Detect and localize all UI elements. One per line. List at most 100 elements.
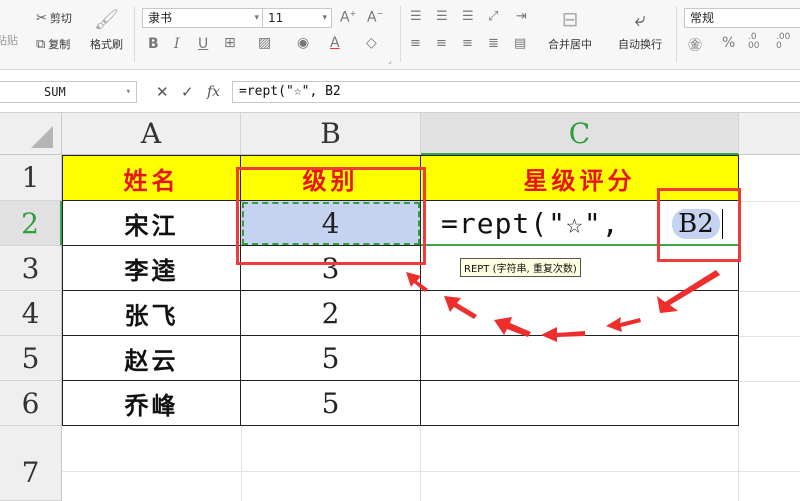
name-text: 乔峰 [124,390,179,420]
row-header-7[interactable]: 7 [0,426,62,501]
merge-center-button[interactable]: ⊟ 合并居中 [548,8,592,52]
highlight-icon[interactable]: ◉ [297,35,309,51]
fx-label: fx [207,84,221,100]
gridline [739,201,800,202]
cut-button[interactable]: ✂ 剪切 [36,10,72,26]
border-icon[interactable]: ⊞ [224,35,236,51]
decrease-decimal-icon[interactable]: .00 0 [776,33,790,51]
cell-a5[interactable]: 赵云 [62,336,241,381]
row-label: 1 [21,161,40,194]
row-label: 6 [21,386,40,420]
cell-b1[interactable]: 级别 [241,155,421,201]
cell-c4[interactable] [421,291,739,336]
number-format-value: 常规 [690,11,715,25]
spreadsheet-grid: A B C 1 2 3 4 5 6 7 姓名 级别 星级评分 宋江 4 李逵 3… [0,113,800,501]
font-color-icon[interactable]: A [330,35,340,51]
function-tooltip: REPT (字符串, 重复次数) [460,258,581,277]
name-text: 李逵 [124,255,179,285]
font-size-select[interactable]: 11 ▾ [262,8,332,28]
row-header-2[interactable]: 2 [0,201,62,246]
cell-b2[interactable]: 4 [241,201,421,246]
cell-a4[interactable]: 张飞 [62,291,241,336]
select-all-corner[interactable] [0,113,62,155]
gridline [739,291,800,292]
wrap-text-label: 自动换行 [618,38,662,51]
gridline [738,426,739,501]
font-name-select[interactable]: 隶书 ▾ [142,8,264,28]
align-bottom-icon[interactable]: ☰ [462,9,474,24]
cell-c5[interactable] [421,336,739,381]
eraser-icon[interactable]: ◇ [366,35,377,51]
font-dialog-launcher-icon[interactable]: ⌟ [388,56,392,65]
chevron-down-icon: ▾ [125,87,131,97]
distributed-icon[interactable]: ▤ [514,36,526,51]
cell-reference-chip: B2 [672,209,720,239]
number-format-select[interactable]: 常规 [684,8,800,28]
level-text: 4 [321,206,340,240]
column-header-d[interactable] [739,113,800,155]
fill-color-icon[interactable]: ▨ [258,35,271,51]
bold-icon[interactable]: B [148,36,159,52]
justify-icon[interactable]: ≣ [488,36,499,51]
increase-decimal-icon[interactable]: .0 00 [748,33,759,51]
wrap-text-icon: ⤶ [634,7,646,31]
confirm-icon[interactable]: ✓ [181,81,194,103]
cell-c6[interactable] [421,381,739,426]
formula-input[interactable]: =rept("☆", B2 [232,81,800,103]
wrap-text-button[interactable]: ⤶ 自动换行 [618,8,662,52]
align-right-icon[interactable]: ≡ [462,36,473,51]
align-top-icon[interactable]: ☰ [410,9,422,24]
orientation-icon[interactable]: ⤢ [488,9,498,24]
currency-icon[interactable]: ㊎ [688,35,702,55]
cell-a2[interactable]: 宋江 [62,201,241,246]
header-name-text: 姓名 [123,166,180,195]
gridline [62,471,800,472]
decrease-font-icon[interactable]: A− [367,9,383,26]
cancel-icon[interactable]: ✕ [156,81,169,103]
italic-icon[interactable]: I [174,36,180,52]
row-header-4[interactable]: 4 [0,291,62,336]
format-painter-label: 格式刷 [90,38,123,51]
column-header-c[interactable]: C [421,113,739,155]
row-header-5[interactable]: 5 [0,336,62,381]
row-header-3[interactable]: 3 [0,246,62,291]
copy-button[interactable]: ⧉ 复制 [36,36,70,52]
name-box-value: SUM [44,85,66,99]
scissors-icon: ✂ [36,10,47,26]
increase-font-icon[interactable]: A+ [340,9,356,26]
column-header-b[interactable]: B [241,113,421,155]
ribbon-separator [676,6,677,62]
name-text: 赵云 [124,345,179,375]
cell-b3[interactable]: 3 [241,246,421,291]
paste-button[interactable]: 粘贴 [0,32,18,48]
name-box[interactable]: SUM ▾ [0,81,137,103]
row-header-6[interactable]: 6 [0,381,62,426]
align-middle-icon[interactable]: ☰ [436,9,448,24]
align-center-icon[interactable]: ≡ [436,36,447,51]
format-painter-button[interactable]: 🖌 格式刷 [90,8,123,52]
column-header-a[interactable]: A [62,113,241,155]
cell-b6[interactable]: 5 [241,381,421,426]
font-name-value: 隶书 [148,11,173,25]
cell-a3[interactable]: 李逵 [62,246,241,291]
align-left-icon[interactable]: ≡ [410,36,421,51]
merge-center-label: 合并居中 [548,38,592,51]
cell-a1[interactable]: 姓名 [62,155,241,201]
cell-a6[interactable]: 乔峰 [62,381,241,426]
insert-function-icon[interactable]: fx [207,81,220,103]
row-header-1[interactable]: 1 [0,155,62,201]
copy-label: 复制 [48,38,71,51]
indent-icon[interactable]: ⇥ [516,9,527,24]
column-label: B [320,117,341,150]
cell-b4[interactable]: 2 [241,291,421,336]
formula-text: =rept("☆", B2 [239,84,341,99]
gridline [420,426,421,501]
gridline [241,426,242,501]
ribbon-separator [400,6,401,62]
level-text: 3 [321,251,340,285]
cell-c1[interactable]: 星级评分 [421,155,739,201]
underline-icon[interactable]: U [198,36,208,52]
percent-icon[interactable]: % [722,35,735,51]
cell-b5[interactable]: 5 [241,336,421,381]
row-label: 5 [21,341,40,375]
